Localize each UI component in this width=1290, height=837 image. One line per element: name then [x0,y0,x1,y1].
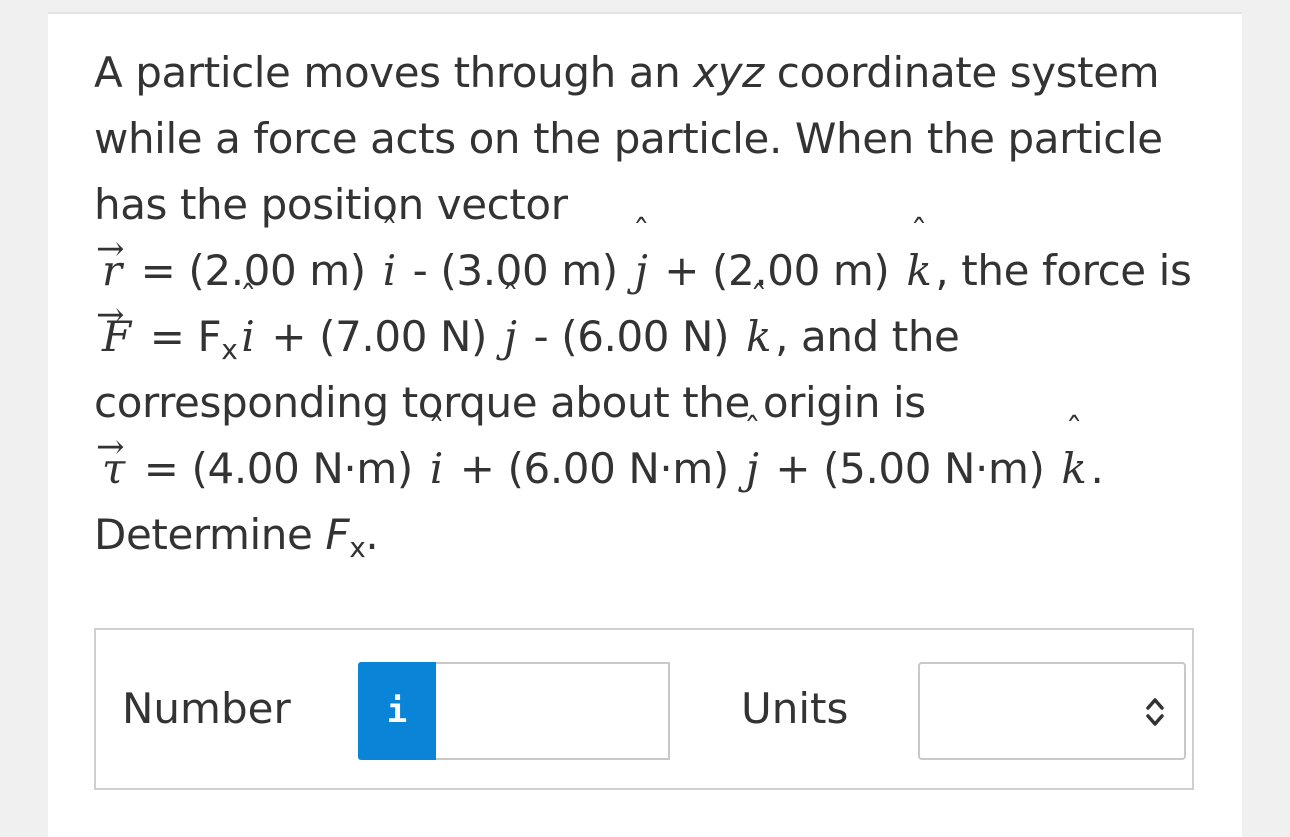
units-label: Units [741,684,849,733]
hat-icon: ˆ [632,213,650,253]
question-line-6: corresponding torque about the origin is [94,378,926,427]
hat-icon: ˆ [428,411,445,451]
hat-icon: ˆ [239,279,257,319]
answer-box: Number i Units [94,628,1194,790]
i-hat: ˆi [239,279,257,361]
vector-arrow-icon: → [96,427,125,467]
hat-icon: ˆ [501,279,519,319]
j-hat: ˆj [743,411,761,493]
k-hat: ˆk [746,279,772,361]
j-hat: ˆj [501,279,519,361]
hat-icon: ˆ [1065,411,1083,451]
vector-arrow-icon: → [96,229,125,269]
i-hat: ˆi [380,213,398,295]
vector-arrow-icon: → [96,295,125,335]
number-label: Number [122,684,291,733]
info-button[interactable]: i [358,662,436,760]
torque-vector-equation: → τ = (4.00 N·m) ˆi + (6.00 N·m) ˆj + (5.… [94,411,1204,502]
info-icon: i [386,691,408,731]
units-select[interactable] [918,662,1186,760]
hat-icon: ˆ [743,411,761,451]
hat-icon: ˆ [910,213,928,253]
hat-icon: ˆ [380,213,398,253]
question-line-1: A particle moves through an xyz coordina… [94,48,1160,97]
i-hat: ˆi [428,411,445,493]
up-down-chevron-icon [1146,698,1164,726]
j-hat: ˆj [632,213,650,295]
position-vector-equation: → r = (2.00 m) ˆi - (3.00 m) ˆj + (2.00 m… [94,213,1204,304]
hat-icon: ˆ [750,279,767,319]
top-divider [48,12,1242,14]
number-input[interactable] [436,662,670,760]
tau-vector-symbol: → τ [96,427,125,493]
k-hat: ˆk [906,213,932,295]
question-panel: A particle moves through an xyz coordina… [48,12,1242,837]
determine-line: Determine Fx. [94,510,379,564]
f-vector-symbol: → F [96,295,131,361]
k-hat: ˆk [1061,411,1087,493]
force-vector-equation: → F = Fx ˆ i + (7.00 N) ˆj - (6.00 N) ˆ k, a… [94,279,1204,370]
question-line-2: while a force acts on the particle. When… [94,114,1163,163]
question-text: A particle moves through an xyz coordina… [94,40,1204,568]
